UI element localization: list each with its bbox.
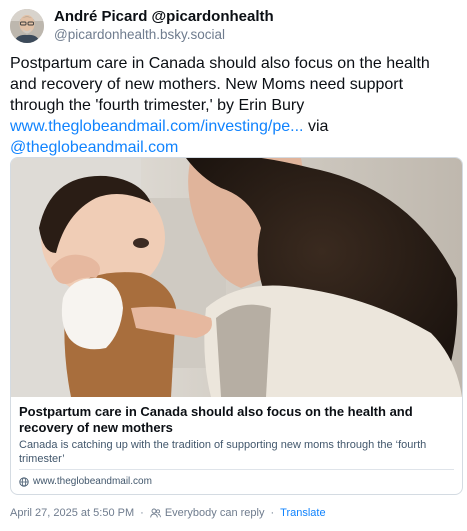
- post-via-text: via: [303, 118, 329, 135]
- link-card-divider: [19, 469, 454, 470]
- post-timestamp[interactable]: April 27, 2025 at 5:50 PM: [10, 506, 134, 520]
- link-card-domain-row: www.theglobeandmail.com: [19, 475, 152, 489]
- link-card-description: Canada is catching up with the tradition…: [19, 439, 427, 465]
- people-icon: [149, 508, 161, 518]
- link-card-image: [11, 158, 462, 397]
- post-mention-link[interactable]: @theglobeandmail.com: [10, 139, 178, 156]
- link-preview-card[interactable]: Postpartum care in Canada should also fo…: [10, 157, 463, 495]
- reply-setting: Everybody can reply: [149, 506, 265, 520]
- reply-setting-label: Everybody can reply: [164, 507, 265, 519]
- post-header: André Picard @picardonhealth @picardonhe…: [10, 8, 457, 44]
- link-card-domain: www.theglobeandmail.com: [33, 476, 152, 487]
- post-link[interactable]: www.theglobeandmail.com/investing/pe...: [10, 118, 304, 135]
- meta-separator: ·: [140, 507, 144, 519]
- post-meta: April 27, 2025 at 5:50 PM · Everybody ca…: [10, 506, 326, 520]
- author-handle[interactable]: @picardonhealth.bsky.social: [54, 26, 274, 44]
- meta-separator-2: ·: [270, 507, 275, 519]
- avatar-icon: [10, 9, 44, 43]
- globe-icon: [19, 477, 29, 487]
- link-card-title[interactable]: Postpartum care in Canada should also fo…: [19, 404, 455, 436]
- author-names: André Picard @picardonhealth @picardonhe…: [54, 8, 274, 44]
- author-avatar[interactable]: [10, 9, 44, 43]
- post-text: Postpartum care in Canada should also fo…: [10, 55, 430, 114]
- mother-and-baby-photo-icon: [11, 158, 462, 397]
- post-body: Postpartum care in Canada should also fo…: [10, 53, 457, 158]
- translate-button[interactable]: Translate: [280, 506, 325, 520]
- author-display-name[interactable]: André Picard @picardonhealth: [54, 8, 274, 26]
